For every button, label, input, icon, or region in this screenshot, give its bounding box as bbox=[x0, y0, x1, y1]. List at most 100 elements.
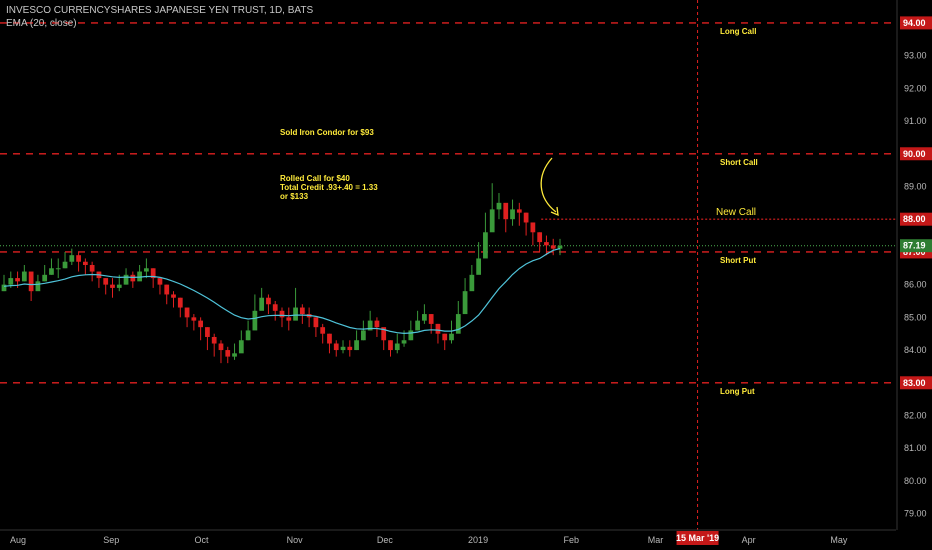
candle-body bbox=[76, 255, 81, 262]
candle-body bbox=[293, 307, 298, 321]
level-price-badge: 83.00 bbox=[903, 378, 926, 388]
candle-body bbox=[347, 346, 353, 351]
annotation-or-133: or $133 bbox=[280, 192, 309, 201]
candle-body bbox=[272, 304, 278, 311]
y-tick-label: 93.00 bbox=[904, 51, 927, 61]
candle-body bbox=[69, 255, 75, 262]
candle-body bbox=[510, 209, 515, 220]
candle-body bbox=[130, 274, 136, 282]
annotation-sold-iron-condor: Sold Iron Condor for $93 bbox=[280, 128, 374, 137]
candle-body bbox=[340, 346, 346, 351]
candle-body bbox=[503, 202, 509, 220]
level-label: Short Put bbox=[720, 256, 756, 265]
x-tick-label: Feb bbox=[564, 535, 580, 545]
y-tick-label: 82.00 bbox=[904, 410, 927, 420]
candle-body bbox=[110, 284, 115, 288]
y-tick-label: 84.00 bbox=[904, 345, 927, 355]
y-tick-label: 89.00 bbox=[904, 181, 927, 191]
candle-body bbox=[191, 317, 197, 321]
chart-title: INVESCO CURRENCYSHARES JAPANESE YEN TRUS… bbox=[6, 5, 314, 16]
candle-body bbox=[116, 284, 122, 288]
candle-body bbox=[388, 340, 393, 351]
candle-body bbox=[299, 307, 305, 315]
x-tick-label: 2019 bbox=[468, 535, 488, 545]
candle-body bbox=[530, 222, 536, 233]
candle-body bbox=[442, 333, 448, 341]
candle-body bbox=[123, 274, 129, 285]
candle-body bbox=[557, 245, 563, 249]
candle-body bbox=[435, 323, 441, 334]
x-tick-label: Sep bbox=[103, 535, 119, 545]
level-price-badge: 94.00 bbox=[903, 18, 926, 28]
candle-body bbox=[537, 232, 543, 243]
candle-body bbox=[327, 333, 332, 344]
candle-body bbox=[103, 278, 109, 285]
candle-body bbox=[354, 340, 359, 351]
level-label: Long Put bbox=[720, 387, 755, 396]
candle-body bbox=[279, 310, 285, 318]
x-tick-label: May bbox=[830, 535, 848, 545]
candle-body bbox=[360, 330, 366, 341]
y-tick-label: 80.00 bbox=[904, 476, 927, 486]
candle-body bbox=[211, 336, 217, 344]
x-tick-label: Aug bbox=[10, 535, 26, 545]
x-tick-label: Mar bbox=[648, 535, 664, 545]
candle-body bbox=[49, 268, 54, 275]
price-chart[interactable]: Long Call Short Call Short Put Long Put New … bbox=[0, 0, 932, 550]
level-label: Short Call bbox=[720, 158, 758, 167]
candle-body bbox=[374, 320, 380, 328]
candle-body bbox=[516, 209, 522, 213]
annotation-total-credit: Total Credit .93+.40 = 1.33 bbox=[280, 183, 378, 192]
candle-body bbox=[232, 353, 237, 357]
candle-body bbox=[82, 261, 88, 265]
candle-body bbox=[28, 271, 34, 292]
candle-body bbox=[313, 317, 319, 328]
candle-body bbox=[550, 245, 556, 249]
candle-body bbox=[415, 320, 420, 331]
candle-body bbox=[238, 340, 244, 354]
candle-body bbox=[428, 314, 434, 324]
candle-body bbox=[15, 278, 20, 282]
candle-body bbox=[164, 284, 170, 295]
x-tick-label: Nov bbox=[287, 535, 304, 545]
candle-body bbox=[225, 350, 231, 357]
candle-body bbox=[455, 314, 461, 334]
candle-body bbox=[483, 232, 488, 259]
x-tick-label: Apr bbox=[742, 535, 756, 545]
last-price-badge: 87.19 bbox=[903, 241, 926, 251]
level-price-badge: 90.00 bbox=[903, 149, 926, 159]
level-label: Long Call bbox=[720, 27, 756, 36]
candle-body bbox=[157, 278, 163, 285]
candle-body bbox=[62, 261, 68, 269]
candle-body bbox=[171, 294, 176, 298]
marker-date-label: 15 Mar '19 bbox=[676, 533, 719, 543]
candle-body bbox=[476, 258, 482, 275]
y-tick-label: 79.00 bbox=[904, 509, 927, 519]
candle-body bbox=[218, 343, 224, 351]
candle-body bbox=[8, 278, 14, 285]
candle-body bbox=[205, 327, 210, 337]
candle-body bbox=[21, 271, 27, 282]
candle-body bbox=[523, 212, 529, 223]
x-tick-label: Dec bbox=[377, 535, 394, 545]
candle-body bbox=[462, 291, 468, 315]
candle-body bbox=[266, 297, 271, 305]
y-tick-label: 91.00 bbox=[904, 116, 927, 126]
candle-body bbox=[55, 268, 61, 270]
annotation-rolled-call: Rolled Call for $40 bbox=[280, 174, 350, 183]
new-call-label: New Call bbox=[716, 207, 756, 218]
y-tick-label: 81.00 bbox=[904, 443, 927, 453]
candle-body bbox=[469, 274, 475, 292]
candle-body bbox=[89, 265, 95, 272]
x-tick-label: Oct bbox=[194, 535, 209, 545]
candle-body bbox=[245, 330, 251, 341]
candle-body bbox=[496, 202, 502, 210]
candle-body bbox=[184, 307, 190, 318]
candle-body bbox=[489, 209, 495, 233]
y-tick-label: 86.00 bbox=[904, 280, 927, 290]
candle-body bbox=[422, 314, 427, 321]
candle-body bbox=[286, 317, 292, 321]
candle-body bbox=[259, 297, 265, 311]
candle-body bbox=[35, 281, 41, 292]
candle-body bbox=[333, 343, 339, 351]
